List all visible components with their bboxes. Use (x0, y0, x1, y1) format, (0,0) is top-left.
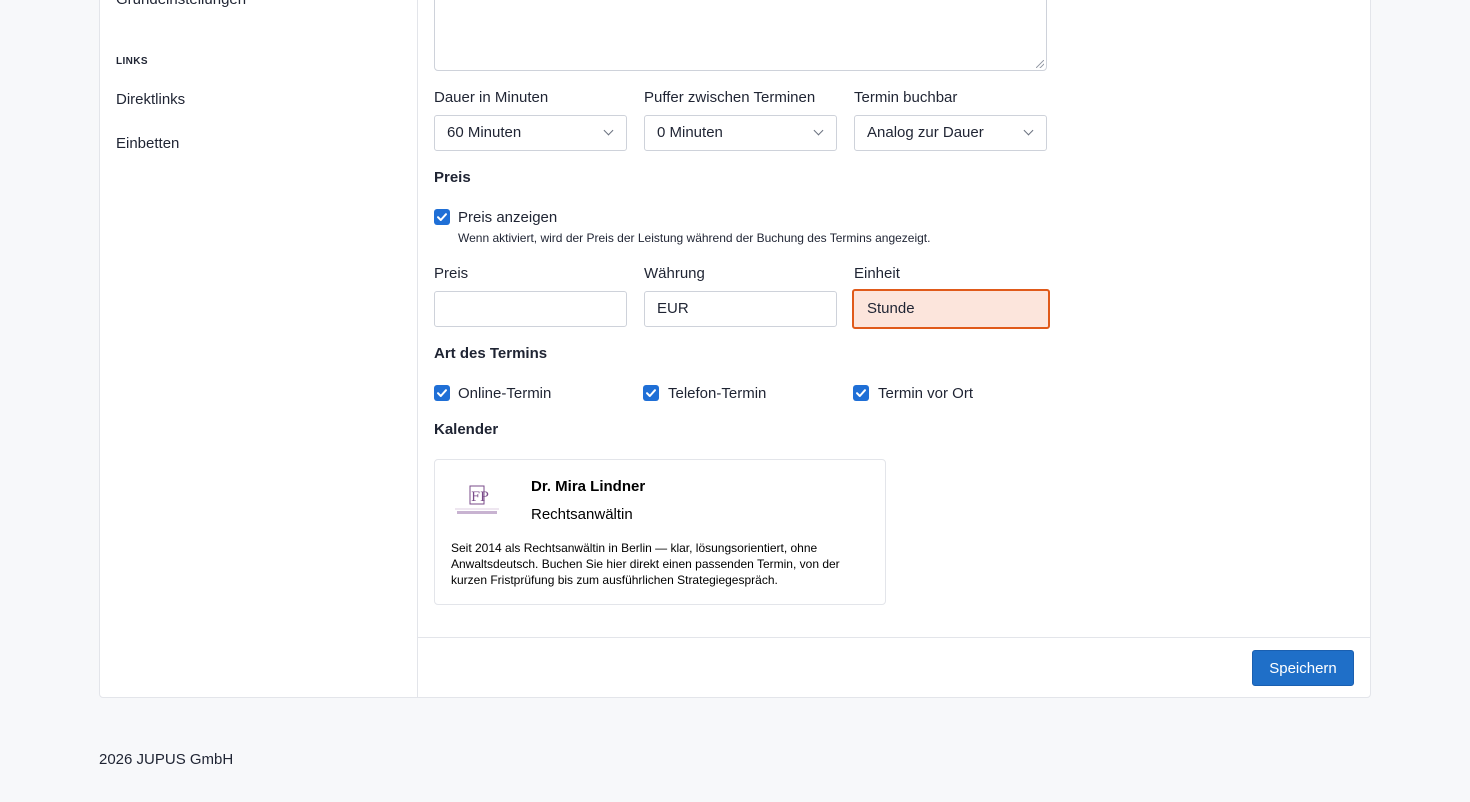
show-price-label[interactable]: Preis anzeigen (458, 209, 557, 226)
buffer-label: Puffer zwischen Terminen (644, 89, 816, 106)
duration-select-value: 60 Minuten (447, 124, 522, 141)
chevron-down-icon (603, 125, 614, 136)
price-input[interactable] (434, 291, 627, 327)
form-footer: Speichern (418, 637, 1370, 699)
show-price-checkbox[interactable] (434, 209, 450, 225)
resize-handle-icon[interactable] (1036, 60, 1044, 68)
show-price-hint: Wenn aktiviert, wird der Preis der Leist… (458, 231, 931, 245)
description-textarea[interactable] (434, 0, 1047, 71)
bookable-label: Termin buchbar (854, 89, 958, 106)
duration-label: Dauer in Minuten (434, 89, 549, 106)
buffer-select[interactable]: 0 Minuten (644, 115, 837, 151)
phone-appointment-checkbox[interactable] (643, 385, 659, 401)
check-icon (856, 389, 866, 397)
check-icon (437, 389, 447, 397)
svg-text:FP: FP (471, 490, 489, 505)
calendar-heading: Kalender (434, 421, 499, 438)
phone-appointment-label[interactable]: Telefon-Termin (668, 385, 766, 402)
buffer-select-value: 0 Minuten (657, 124, 723, 141)
profile-bio: Seit 2014 als Rechtsanwältin in Berlin —… (451, 541, 840, 587)
settings-card: Grundeinstellungen LINKS Direktlinks Ein… (99, 0, 1371, 698)
save-button[interactable]: Speichern (1252, 650, 1354, 686)
bookable-select[interactable]: Analog zur Dauer (854, 115, 1047, 151)
online-appointment-label[interactable]: Online-Termin (458, 385, 551, 402)
appointment-type-heading: Art des Termins (434, 345, 548, 362)
check-icon (646, 389, 656, 397)
profile-name: Dr. Mira Lindner (531, 478, 646, 495)
chevron-down-icon (813, 125, 824, 136)
price-section-heading: Preis (434, 169, 471, 186)
currency-label: Währung (644, 265, 705, 282)
unit-label: Einheit (854, 265, 900, 282)
sidebar-item-grundeinstellungen[interactable]: Grundeinstellungen (116, 0, 246, 8)
copyright-text: 2026 JUPUS GmbH (99, 751, 234, 768)
sidebar: Grundeinstellungen LINKS Direktlinks Ein… (100, 0, 418, 697)
sidebar-item-einbetten[interactable]: Einbetten (116, 135, 179, 152)
sidebar-section-title: LINKS (116, 56, 148, 67)
main-form: Dauer in Minuten Puffer zwischen Termine… (418, 0, 1370, 697)
sidebar-item-direktlinks[interactable]: Direktlinks (116, 91, 185, 108)
check-icon (437, 213, 447, 221)
price-label: Preis (434, 265, 469, 282)
unit-input[interactable]: Stunde (852, 289, 1050, 329)
onsite-appointment-label[interactable]: Termin vor Ort (878, 385, 973, 402)
duration-select[interactable]: 60 Minuten (434, 115, 627, 151)
law-firm-logo-icon: FP (451, 480, 503, 520)
calendar-profile-card[interactable]: FP Dr. Mira Lindner Rechtsanwältin Seit … (434, 459, 886, 605)
currency-input[interactable]: EUR (644, 291, 837, 327)
profile-role: Rechtsanwältin (531, 506, 633, 523)
chevron-down-icon (1023, 125, 1034, 136)
online-appointment-checkbox[interactable] (434, 385, 450, 401)
onsite-appointment-checkbox[interactable] (853, 385, 869, 401)
bookable-select-value: Analog zur Dauer (867, 124, 984, 141)
